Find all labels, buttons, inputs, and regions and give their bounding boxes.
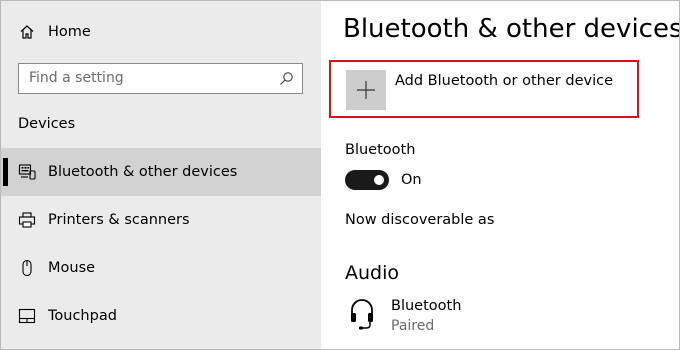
sidebar: Home Find a setting Devices Bluetooth & … (0, 0, 321, 350)
sidebar-item-label: Bluetooth & other devices (48, 164, 238, 180)
add-device-label: Add Bluetooth or other device (395, 73, 613, 89)
main-content: Bluetooth & other devices Add Bluetooth … (321, 0, 680, 350)
audio-section-title: Audio (345, 262, 400, 284)
bluetooth-label: Bluetooth (345, 142, 416, 158)
mouse-icon (18, 259, 36, 277)
audio-device-status: Paired (391, 318, 435, 334)
sidebar-item-label: Mouse (48, 260, 96, 276)
toggle-knob (374, 175, 384, 185)
home-nav-item[interactable]: Home (0, 8, 321, 56)
sidebar-item-mouse[interactable]: Mouse (0, 244, 321, 292)
discoverable-text: Now discoverable as (345, 212, 495, 228)
selected-indicator (3, 158, 8, 186)
search-input[interactable]: Find a setting (18, 63, 303, 94)
section-title-devices: Devices (18, 116, 76, 132)
sidebar-item-label: Printers & scanners (48, 212, 190, 228)
sidebar-item-touchpad[interactable]: Touchpad (0, 292, 321, 340)
plus-icon (346, 70, 386, 110)
audio-device-name[interactable]: Bluetooth (391, 298, 461, 314)
touchpad-icon (18, 307, 36, 325)
add-device-button[interactable]: Add Bluetooth or other device (329, 60, 639, 118)
keyboard-devices-icon (18, 163, 36, 181)
page-title: Bluetooth & other devices (343, 14, 680, 44)
home-icon (18, 23, 36, 41)
home-label: Home (48, 24, 91, 40)
bluetooth-toggle-state: On (401, 172, 422, 188)
sidebar-item-printers[interactable]: Printers & scanners (0, 196, 321, 244)
sidebar-item-bluetooth[interactable]: Bluetooth & other devices (0, 148, 321, 196)
printer-icon (18, 211, 36, 229)
search-icon[interactable] (278, 71, 294, 87)
sidebar-item-label: Touchpad (48, 308, 117, 324)
headset-icon (349, 298, 375, 332)
search-placeholder: Find a setting (29, 70, 124, 86)
bluetooth-toggle[interactable] (345, 170, 389, 190)
